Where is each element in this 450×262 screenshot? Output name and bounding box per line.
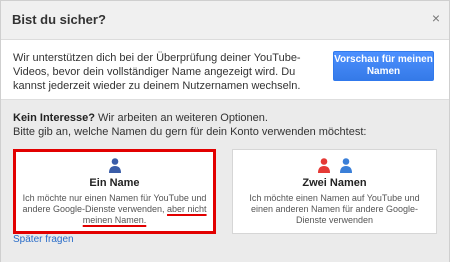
intro-text: Wir unterstützen dich bei der Überprüfun… — [13, 52, 301, 92]
single-person-icon — [16, 158, 213, 173]
two-persons-icon — [233, 158, 436, 173]
question-rest: Wir arbeiten an weiteren Optionen. — [94, 112, 268, 124]
dialog-header: Bist du sicher? × — [1, 1, 449, 40]
question-bold: Kein Interesse? — [13, 112, 95, 124]
confirmation-dialog: Bist du sicher? × Wir unterstützen dich … — [0, 0, 450, 262]
close-icon[interactable]: × — [432, 11, 440, 25]
option-two-names[interactable]: Zwei Namen Ich möchte einen Namen auf Yo… — [232, 149, 437, 234]
option-one-description: Ich möchte nur einen Namen für YouTube u… — [22, 193, 207, 226]
option-two-description: Ich möchte einen Namen auf YouTube und e… — [249, 193, 420, 225]
dialog-title: Bist du sicher? — [12, 12, 106, 27]
options-section: Kein Interesse? Wir arbeiten an weiteren… — [1, 99, 449, 262]
option-two-title: Zwei Namen — [302, 177, 367, 189]
ask-later-link[interactable]: Später fragen — [13, 234, 74, 245]
option-one-title: Ein Name — [89, 177, 140, 189]
preview-name-button[interactable]: Vorschau für meinen Namen — [333, 51, 434, 81]
question-line2: Bitte gib an, welche Namen du gern für d… — [13, 126, 367, 138]
option-one-name[interactable]: Ein Name Ich möchte nur einen Namen für … — [13, 149, 216, 234]
options-question: Kein Interesse? Wir arbeiten an weiteren… — [13, 111, 433, 139]
